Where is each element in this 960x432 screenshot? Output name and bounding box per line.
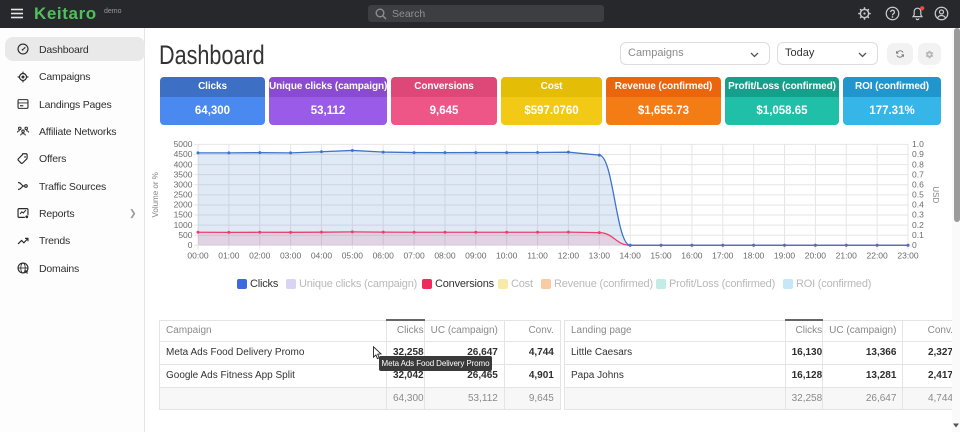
svg-text:0.2: 0.2 — [912, 220, 924, 230]
svg-text:1.0: 1.0 — [912, 139, 924, 149]
svg-text:12:00: 12:00 — [558, 250, 580, 260]
svg-text:21:00: 21:00 — [836, 250, 858, 260]
svg-text:3000: 3000 — [174, 179, 193, 189]
svg-text:02:00: 02:00 — [249, 250, 271, 260]
svg-text:19:00: 19:00 — [774, 250, 796, 260]
svg-text:500: 500 — [178, 230, 192, 240]
svg-text:USD: USD — [931, 186, 940, 203]
svg-text:20:00: 20:00 — [805, 250, 827, 260]
svg-text:13:00: 13:00 — [589, 250, 611, 260]
svg-text:15:00: 15:00 — [650, 250, 672, 260]
svg-text:5000: 5000 — [174, 139, 193, 149]
svg-text:Volume or %: Volume or % — [151, 172, 160, 217]
svg-text:10:00: 10:00 — [496, 250, 518, 260]
svg-text:0: 0 — [912, 240, 917, 250]
svg-text:0.8: 0.8 — [912, 159, 924, 169]
svg-text:0.3: 0.3 — [912, 210, 924, 220]
svg-text:06:00: 06:00 — [373, 250, 395, 260]
svg-text:0.1: 0.1 — [912, 230, 924, 240]
svg-text:0.7: 0.7 — [912, 169, 924, 179]
svg-text:3500: 3500 — [174, 169, 193, 179]
svg-text:07:00: 07:00 — [403, 250, 425, 260]
svg-text:1500: 1500 — [174, 210, 193, 220]
svg-text:2500: 2500 — [174, 190, 193, 200]
svg-text:04:00: 04:00 — [311, 250, 333, 260]
svg-text:0.6: 0.6 — [912, 179, 924, 189]
svg-text:0.4: 0.4 — [912, 200, 924, 210]
svg-text:16:00: 16:00 — [681, 250, 703, 260]
svg-text:0.5: 0.5 — [912, 190, 924, 200]
svg-text:17:00: 17:00 — [712, 250, 734, 260]
svg-text:23:00: 23:00 — [897, 250, 919, 260]
svg-text:0: 0 — [188, 240, 193, 250]
svg-text:2000: 2000 — [174, 200, 193, 210]
svg-text:0.9: 0.9 — [912, 149, 924, 159]
svg-text:01:00: 01:00 — [218, 250, 240, 260]
svg-text:1000: 1000 — [174, 220, 193, 230]
svg-text:14:00: 14:00 — [620, 250, 642, 260]
svg-text:18:00: 18:00 — [743, 250, 765, 260]
svg-text:11:00: 11:00 — [527, 250, 548, 260]
svg-text:00:00: 00:00 — [187, 250, 209, 260]
svg-text:4000: 4000 — [174, 159, 193, 169]
svg-text:22:00: 22:00 — [866, 250, 888, 260]
svg-text:05:00: 05:00 — [342, 250, 364, 260]
svg-text:09:00: 09:00 — [465, 250, 487, 260]
svg-text:4500: 4500 — [174, 149, 193, 159]
svg-text:08:00: 08:00 — [434, 250, 456, 260]
svg-text:03:00: 03:00 — [280, 250, 302, 260]
